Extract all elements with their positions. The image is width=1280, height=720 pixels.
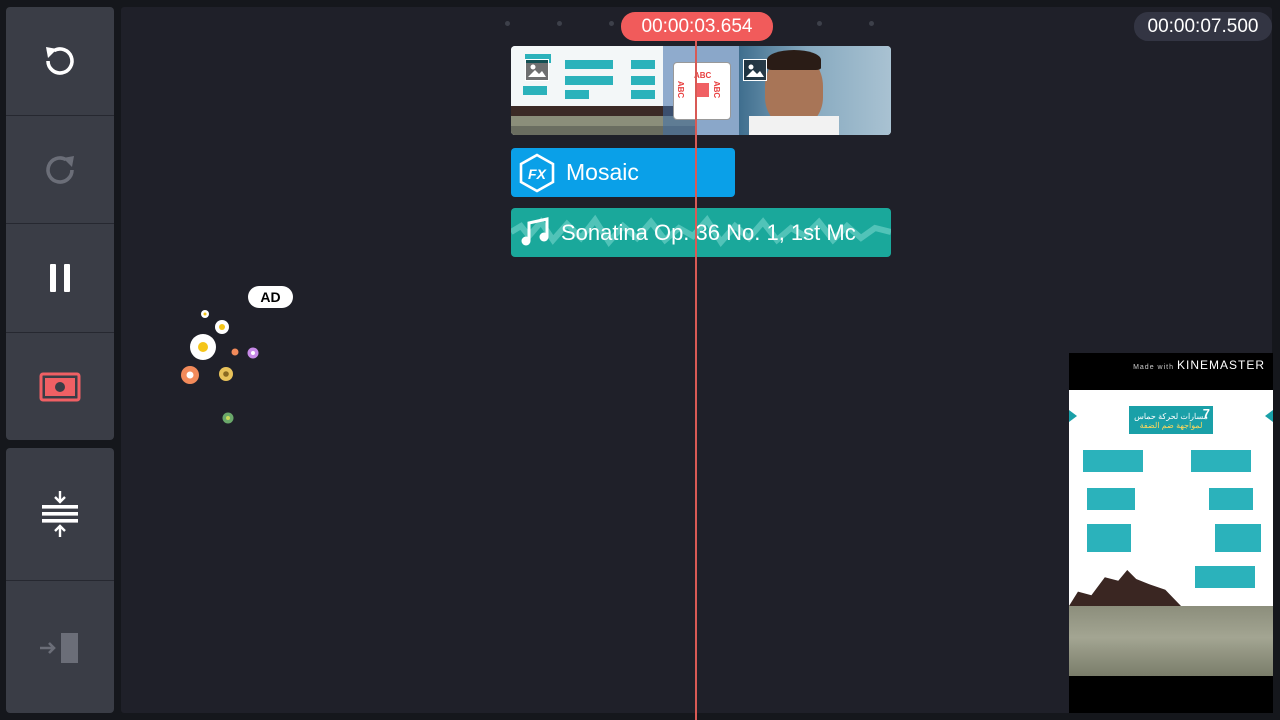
- screen-capture-button[interactable]: [6, 332, 114, 440]
- flowers-ad-icon[interactable]: [175, 305, 285, 425]
- music-note-icon: [521, 216, 549, 245]
- ruler-dot: [817, 21, 822, 26]
- pause-button[interactable]: [6, 223, 114, 332]
- preview-block: [1195, 566, 1255, 588]
- kinemaster-watermark: Made with KINEMASTER: [1133, 358, 1265, 372]
- current-time-indicator: 00:00:03.654: [621, 12, 773, 41]
- preview-banner: 7 مسارات لحركة حماس لمواجهة ضم الضفة: [1129, 406, 1213, 434]
- fx-effect-icon: FX: [519, 153, 555, 192]
- jump-to-end-icon: [40, 632, 78, 663]
- undo-icon: [46, 46, 74, 75]
- preview-infographic: 7 مسارات لحركة حماس لمواجهة ضم الضفة: [1069, 390, 1273, 713]
- redo-button[interactable]: [6, 115, 114, 223]
- clip-image-icon: [525, 59, 549, 81]
- preview-block: [1087, 524, 1131, 552]
- transition-marker: [695, 83, 709, 97]
- ruler-dot: [609, 21, 614, 26]
- ruler-dot: [505, 21, 510, 26]
- banner-number: 7: [1202, 406, 1210, 421]
- transition-abc-left: ABC: [676, 80, 686, 99]
- total-duration-label: 00:00:07.500: [1134, 12, 1272, 41]
- preview-silhouette: [1069, 570, 1181, 606]
- clip-image-icon: [743, 59, 767, 81]
- preview-block: [1087, 488, 1135, 510]
- preview-block: [1209, 488, 1253, 510]
- timeline-height-button[interactable]: [6, 448, 114, 579]
- fx-clip-label: Mosaic: [566, 159, 639, 185]
- playhead-line[interactable]: [695, 30, 697, 720]
- screen-capture-icon: [39, 372, 81, 402]
- preview-block: [1191, 450, 1251, 472]
- video-preview[interactable]: Made with KINEMASTER 7 مسارات لحركة حماس …: [1069, 353, 1273, 713]
- video-track-clips[interactable]: ABC ABC ABC: [511, 46, 891, 135]
- transition-button[interactable]: ABC ABC ABC: [673, 62, 731, 120]
- ruler-dot: [869, 21, 874, 26]
- undo-button[interactable]: [6, 7, 114, 114]
- watermark-brand: KINEMASTER: [1176, 358, 1265, 372]
- pause-icon: [50, 264, 70, 292]
- mosaic-effect-clip[interactable]: FX Mosaic: [511, 148, 735, 197]
- audio-clip[interactable]: Sonatina Op. 36 No. 1, 1st Mc: [511, 208, 891, 257]
- watermark-prefix: Made with: [1133, 364, 1174, 371]
- banner-line1: مسارات لحركة حماس: [1134, 412, 1208, 421]
- fx-badge-text: FX: [528, 166, 548, 182]
- preview-block: [1215, 524, 1261, 552]
- timeline-height-icon: [42, 490, 78, 537]
- top-button-group: [6, 7, 114, 440]
- transition-abc-right: ABC: [712, 80, 722, 99]
- preview-block: [1083, 450, 1143, 472]
- preview-landscape: [1069, 606, 1273, 676]
- ruler-dot: [557, 21, 562, 26]
- redo-icon: [46, 155, 74, 184]
- bottom-button-group: [6, 448, 114, 713]
- banner-line2: لمواجهة ضم الضفة: [1139, 421, 1203, 431]
- audio-clip-label: Sonatina Op. 36 No. 1, 1st Mc: [561, 219, 856, 245]
- jump-to-end-button[interactable]: [6, 580, 114, 713]
